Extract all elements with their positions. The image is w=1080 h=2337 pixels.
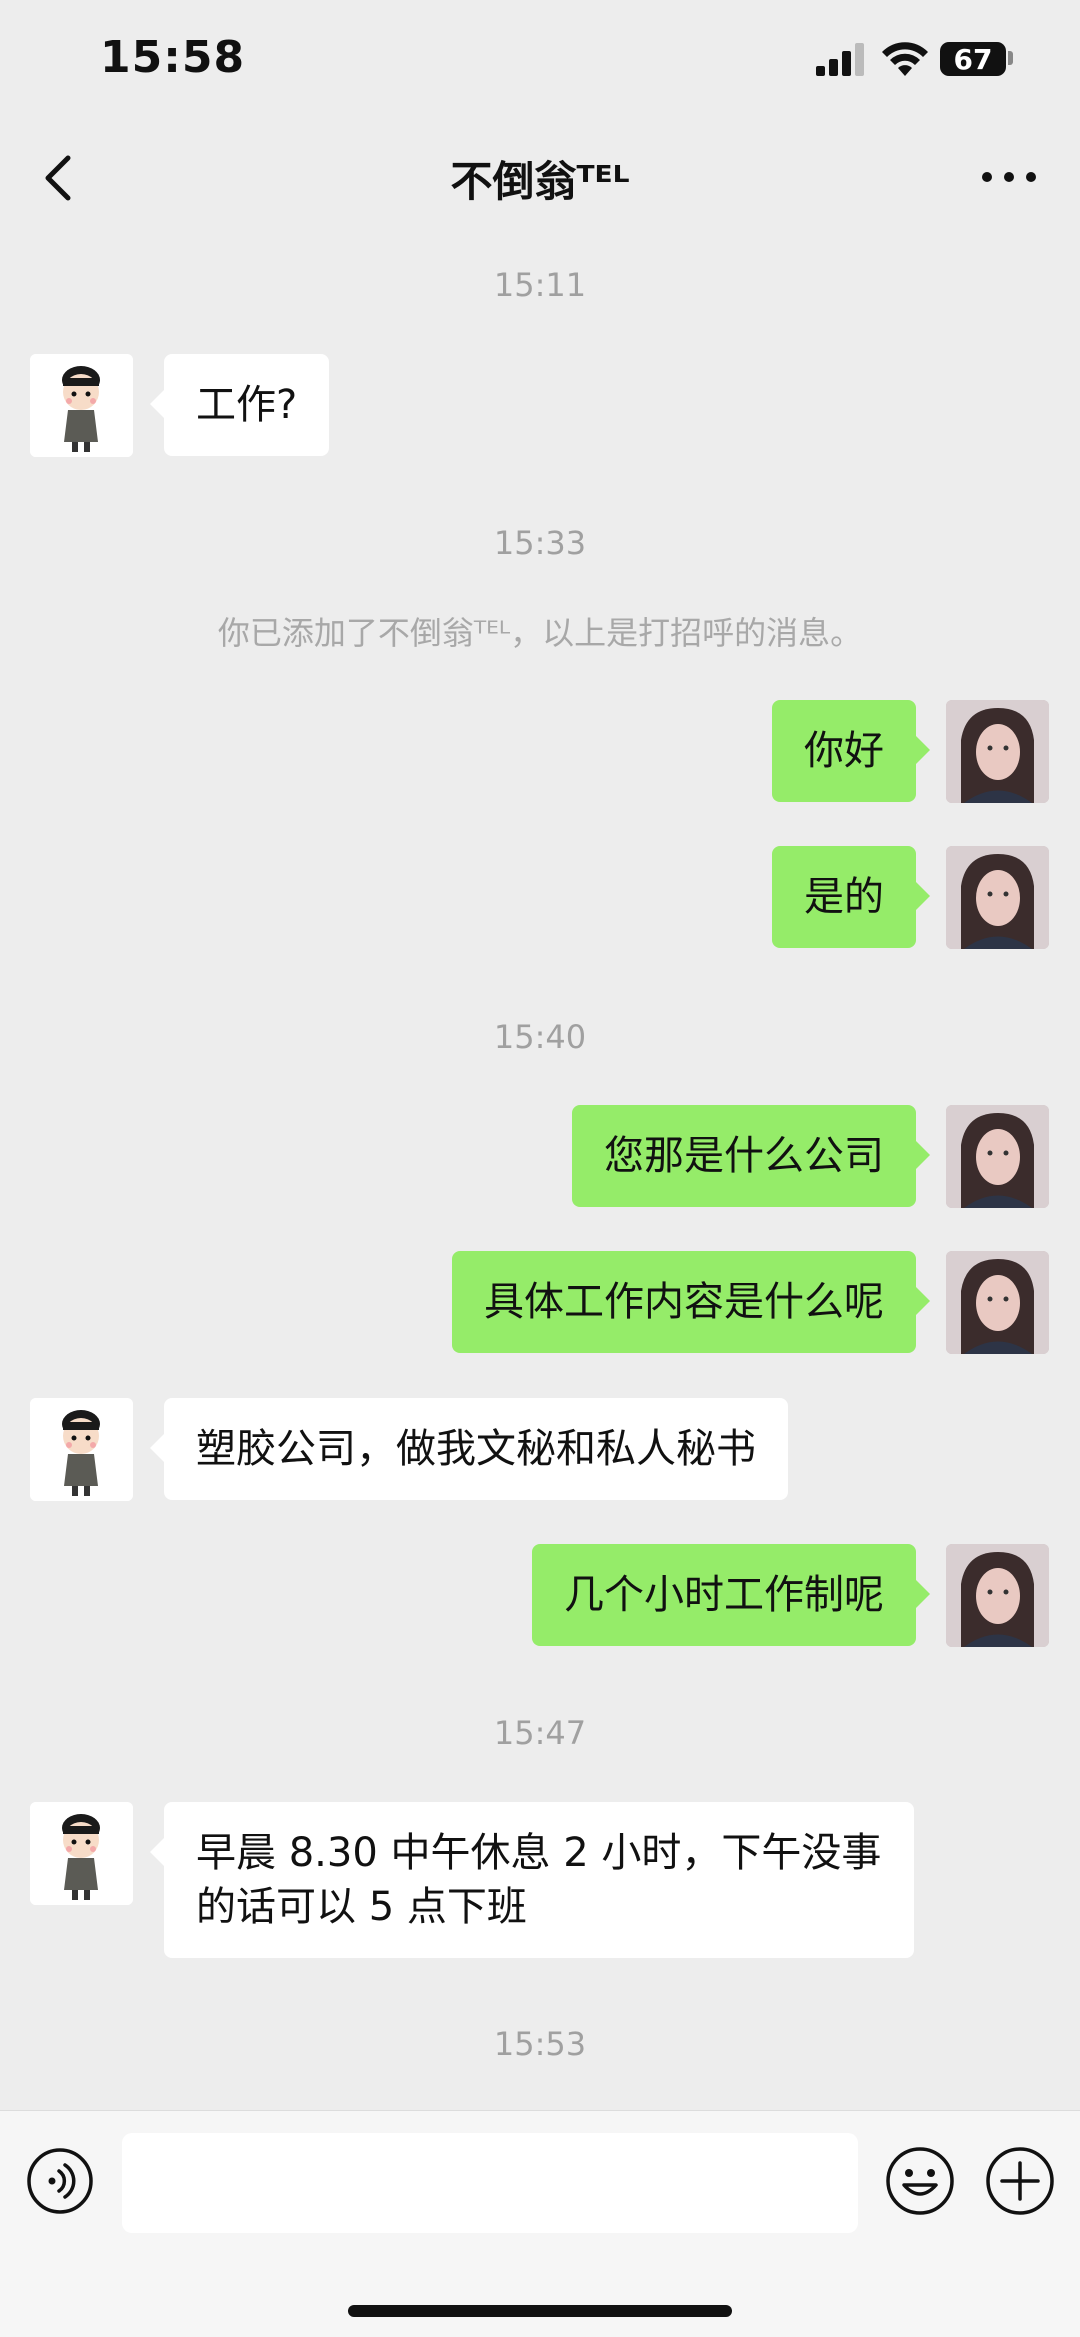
message-list[interactable]: 15:11 工作? 15:33 你已添加了不倒翁ᵀᴱᴸ，以上是打招呼的消息。 你… (0, 230, 1080, 2110)
status-time: 15:58 (100, 32, 246, 83)
cartoon-boy-icon (30, 354, 133, 457)
battery-indicator: 67 (940, 42, 1006, 76)
received-message[interactable]: 早晨 8.30 中午休息 2 小时，下午没事的话可以 5 点下班 (150, 1802, 914, 1958)
time-stamp: 15:47 (493, 1714, 587, 1752)
voice-icon[interactable] (26, 2147, 94, 2215)
chat-screen: 15:58 67 不倒翁ᵀᴱᴸ 15:11 工作? 15:33 你已添加了不倒翁… (0, 0, 1080, 2337)
sent-message[interactable]: 是的 (772, 846, 930, 948)
status-bar: 15:58 67 (0, 0, 1080, 120)
chat-title: 不倒翁ᵀᴱᴸ (450, 157, 630, 206)
portrait-icon (946, 1251, 1049, 1354)
cartoon-boy-icon (30, 1802, 133, 1905)
input-bar (0, 2110, 1080, 2337)
time-stamp: 15:53 (493, 2025, 587, 2063)
my-avatar[interactable] (946, 1105, 1049, 1208)
my-avatar[interactable] (946, 1251, 1049, 1354)
message-input[interactable] (122, 2133, 858, 2233)
plus-icon[interactable] (984, 2145, 1056, 2217)
time-stamp: 15:11 (493, 266, 587, 304)
more-dots-icon[interactable] (980, 168, 1040, 188)
portrait-icon (946, 1544, 1049, 1647)
time-stamp: 15:40 (493, 1018, 587, 1056)
received-message[interactable]: 工作? (149, 354, 330, 456)
wifi-icon (882, 42, 928, 76)
battery-tip (1008, 51, 1013, 65)
portrait-icon (946, 700, 1049, 803)
received-message[interactable]: 塑胶公司，做我文秘和私人秘书 (150, 1398, 788, 1500)
cartoon-boy-icon (30, 1398, 133, 1501)
portrait-icon (946, 1105, 1049, 1208)
nav-bar: 不倒翁ᵀᴱᴸ (0, 120, 1080, 230)
home-indicator (348, 2305, 732, 2317)
sent-message[interactable]: 你好 (772, 700, 930, 802)
sent-message[interactable]: 具体工作内容是什么呢 (452, 1251, 930, 1353)
my-avatar[interactable] (946, 1544, 1049, 1647)
my-avatar[interactable] (946, 700, 1049, 803)
signal-icon (816, 42, 864, 76)
emoji-icon[interactable] (884, 2145, 956, 2217)
portrait-icon (946, 846, 1049, 949)
contact-avatar[interactable] (30, 354, 133, 457)
my-avatar[interactable] (946, 846, 1049, 949)
time-stamp: 15:33 (493, 524, 587, 562)
sent-message[interactable]: 几个小时工作制呢 (532, 1544, 930, 1646)
contact-avatar[interactable] (30, 1398, 133, 1501)
contact-avatar[interactable] (30, 1802, 133, 1905)
system-notice: 你已添加了不倒翁ᵀᴱᴸ，以上是打招呼的消息。 (217, 614, 863, 652)
sent-message[interactable]: 您那是什么公司 (572, 1105, 930, 1207)
battery-level: 67 (953, 42, 993, 76)
